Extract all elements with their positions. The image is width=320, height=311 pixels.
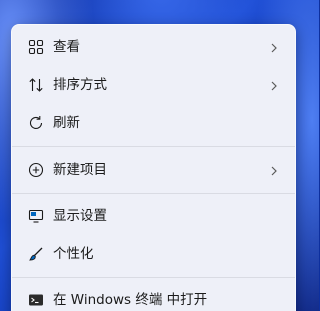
desktop-context-menu: 查看 排序方式 刷新 新建项目 显示设置 个性化 在 Windows 终端 中打… <box>11 24 296 311</box>
sort-icon <box>28 77 44 93</box>
menu-item-label: 新建项目 <box>53 162 107 178</box>
menu-item-view[interactable]: 查看 <box>16 29 293 65</box>
menu-item-label: 刷新 <box>53 115 80 131</box>
menu-item-sort-by[interactable]: 排序方式 <box>16 67 293 103</box>
menu-item-new[interactable]: 新建项目 <box>16 152 293 188</box>
display-icon <box>28 208 44 224</box>
menu-item-personalize[interactable]: 个性化 <box>16 236 293 272</box>
refresh-icon <box>28 115 44 131</box>
menu-item-label: 显示设置 <box>53 208 107 224</box>
menu-item-refresh[interactable]: 刷新 <box>16 105 293 141</box>
menu-item-open-in-terminal[interactable]: 在 Windows 终端 中打开 <box>16 282 293 311</box>
chevron-right-icon <box>269 163 279 177</box>
grid-icon <box>28 39 44 55</box>
brush-icon <box>28 246 44 262</box>
new-item-icon <box>28 162 44 178</box>
menu-item-label: 个性化 <box>53 246 94 262</box>
menu-divider <box>12 193 295 194</box>
menu-divider <box>12 146 295 147</box>
chevron-right-icon <box>269 40 279 54</box>
menu-item-label: 在 Windows 终端 中打开 <box>53 292 208 308</box>
chevron-right-icon <box>269 78 279 92</box>
terminal-icon <box>28 292 44 308</box>
menu-item-display-settings[interactable]: 显示设置 <box>16 198 293 234</box>
menu-item-label: 排序方式 <box>53 77 107 93</box>
menu-item-label: 查看 <box>53 39 80 55</box>
menu-divider <box>12 277 295 278</box>
